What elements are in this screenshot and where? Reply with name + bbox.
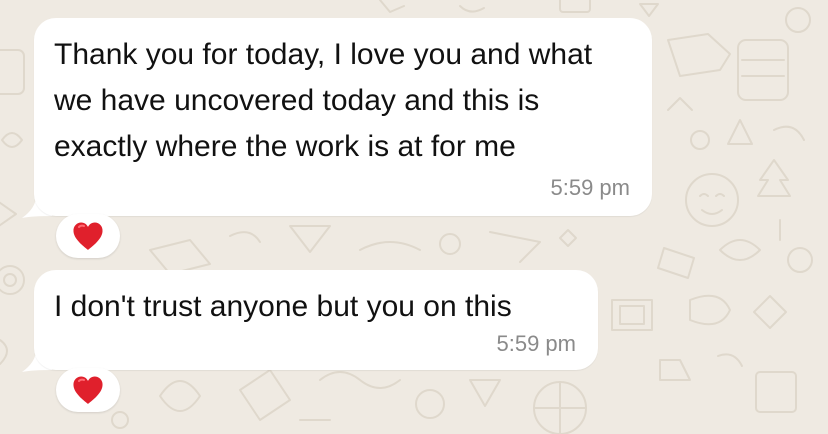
red-heart-icon — [73, 376, 103, 404]
message-bubble[interactable]: Thank you for today, I love you and what… — [34, 18, 652, 216]
message-timestamp: 5:59 pm — [550, 175, 631, 200]
message-text: I don't trust anyone but you on this — [54, 290, 512, 323]
reaction-badge[interactable] — [56, 214, 120, 258]
reaction-badge[interactable] — [56, 368, 120, 412]
message-text: Thank you for today, I love you and what… — [54, 38, 593, 163]
message-timestamp: 5:59 pm — [496, 331, 577, 356]
message-bubble[interactable]: I don't trust anyone but you on this 5:5… — [34, 270, 598, 370]
red-heart-icon — [73, 222, 103, 250]
